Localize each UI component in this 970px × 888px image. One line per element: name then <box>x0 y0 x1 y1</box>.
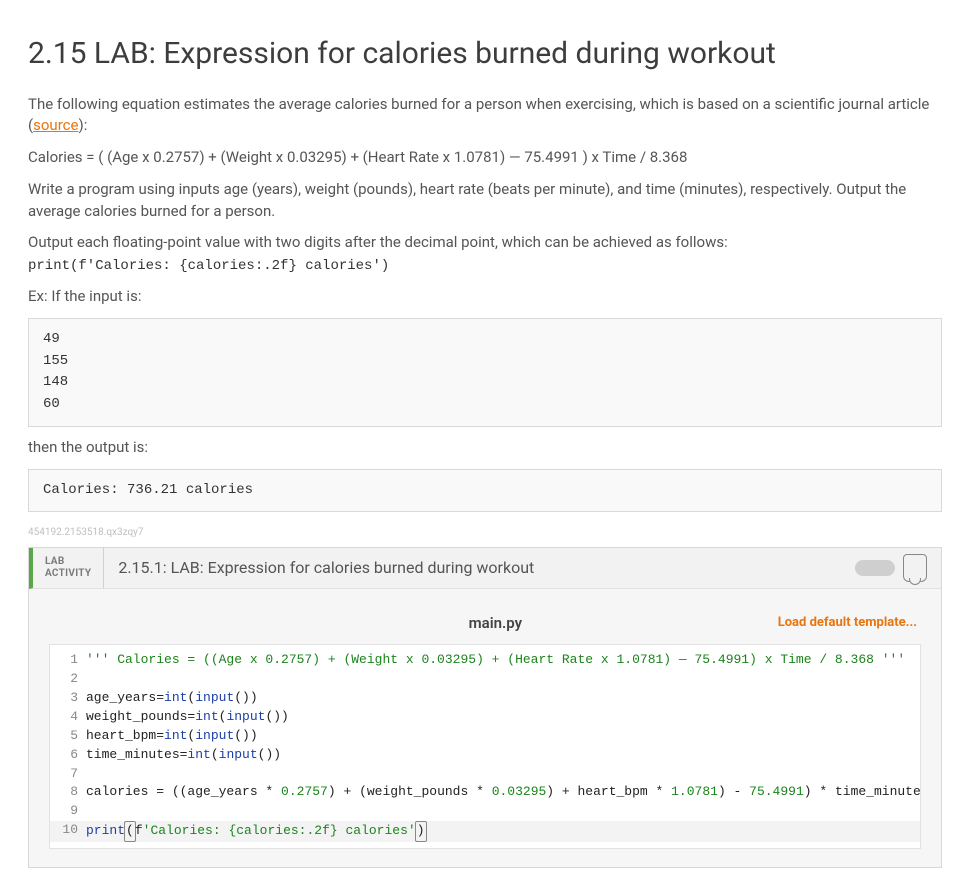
code-editor[interactable]: 1''' Calories = ((Age x 0.2757) + (Weigh… <box>49 644 921 848</box>
intro-paragraph-2: Write a program using inputs age (years)… <box>28 179 942 223</box>
activity-id: 454192.2153518.qx3zqy7 <box>28 526 942 541</box>
then-output-label: then the output is: <box>28 437 942 459</box>
lab-label-line1: LAB <box>45 556 91 568</box>
lab-header: LAB ACTIVITY 2.15.1: LAB: Expression for… <box>29 548 941 589</box>
intro-text-1b: ): <box>78 116 87 134</box>
print-hint-code: print(f'Calories: {calories:.2f} calorie… <box>28 258 389 274</box>
source-link[interactable]: source <box>33 116 78 134</box>
file-bar: main.py Load default template... <box>49 607 921 645</box>
example-output-block: Calories: 736.21 calories <box>28 469 942 513</box>
editor-area: main.py Load default template... 1''' Ca… <box>29 589 941 867</box>
intro-paragraph-3: Output each floating-point value with tw… <box>28 232 942 276</box>
example-input-block: 49 155 148 60 <box>28 318 942 427</box>
page-title: 2.15 LAB: Expression for calories burned… <box>28 32 942 76</box>
lab-label-line2: ACTIVITY <box>45 568 91 580</box>
cursor-icon: ) <box>415 821 427 842</box>
bookmark-icon[interactable] <box>903 554 927 582</box>
lab-activity-box: LAB ACTIVITY 2.15.1: LAB: Expression for… <box>28 547 942 868</box>
lab-label: LAB ACTIVITY <box>33 548 104 588</box>
toggle-switch[interactable] <box>855 560 895 576</box>
load-template-button[interactable]: Load default template... <box>778 614 917 633</box>
lab-title: 2.15.1: LAB: Expression for calories bur… <box>104 548 841 588</box>
intro-text-1a: The following equation estimates the ave… <box>28 95 929 135</box>
file-name: main.py <box>213 613 778 635</box>
lab-header-controls <box>841 548 941 588</box>
example-if-label: Ex: If the input is: <box>28 286 942 308</box>
output-hint-text: Output each floating-point value with tw… <box>28 233 728 251</box>
intro-paragraph-1: The following equation estimates the ave… <box>28 94 942 138</box>
formula-text: Calories = ( (Age x 0.2757) + (Weight x … <box>28 147 942 169</box>
